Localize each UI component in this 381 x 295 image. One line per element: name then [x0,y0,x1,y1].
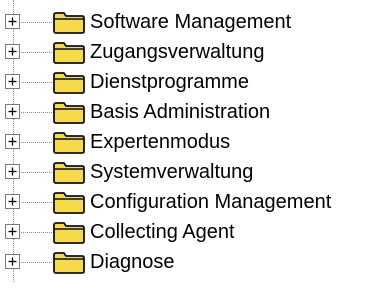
folder-icon [52,192,86,214]
tree-node-dienstprogramme[interactable]: Dienstprogramme [0,68,381,98]
tree-branch-line [19,172,56,173]
tree-branch-line [19,142,56,143]
folder-icon [52,252,86,274]
folder-tree: Software Management Zugangsverwaltung Di… [0,0,381,295]
tree-branch-line [19,82,56,83]
tree-node-basis-administration[interactable]: Basis Administration [0,98,381,128]
expand-plus-icon[interactable] [5,104,20,119]
tree-node-label[interactable]: Configuration Management [90,189,331,215]
tree-node-zugangsverwaltung[interactable]: Zugangsverwaltung [0,38,381,68]
folder-icon [52,42,86,64]
tree-branch-line [19,262,56,263]
tree-node-expertenmodus[interactable]: Expertenmodus [0,128,381,158]
folder-icon [52,12,86,34]
tree-node-label[interactable]: Expertenmodus [90,129,230,155]
tree-branch-line [19,112,56,113]
tree-branch-line [19,52,56,53]
tree-node-diagnose[interactable]: Diagnose [0,248,381,278]
tree-node-label[interactable]: Dienstprogramme [90,69,249,95]
folder-icon [52,132,86,154]
tree-node-label[interactable]: Diagnose [90,249,175,275]
expand-plus-icon[interactable] [5,14,20,29]
tree-branch-line [19,22,56,23]
folder-icon [52,72,86,94]
tree-node-label[interactable]: Zugangsverwaltung [90,39,265,65]
tree-node-label[interactable]: Software Management [90,9,291,35]
expand-plus-icon[interactable] [5,164,20,179]
tree-node-collecting-agent[interactable]: Collecting Agent [0,218,381,248]
tree-node-label[interactable]: Systemverwaltung [90,159,253,185]
expand-plus-icon[interactable] [5,134,20,149]
tree-node-software-management[interactable]: Software Management [0,8,381,38]
folder-icon [52,222,86,244]
expand-plus-icon[interactable] [5,194,20,209]
tree-node-label[interactable]: Collecting Agent [90,219,235,245]
folder-icon [52,102,86,124]
expand-plus-icon[interactable] [5,44,20,59]
tree-branch-line [19,232,56,233]
tree-node-systemverwaltung[interactable]: Systemverwaltung [0,158,381,188]
expand-plus-icon[interactable] [5,254,20,269]
expand-plus-icon[interactable] [5,224,20,239]
tree-node-configuration-management[interactable]: Configuration Management [0,188,381,218]
tree-branch-line [19,202,56,203]
folder-icon [52,162,86,184]
expand-plus-icon[interactable] [5,74,20,89]
tree-node-label[interactable]: Basis Administration [90,99,270,125]
